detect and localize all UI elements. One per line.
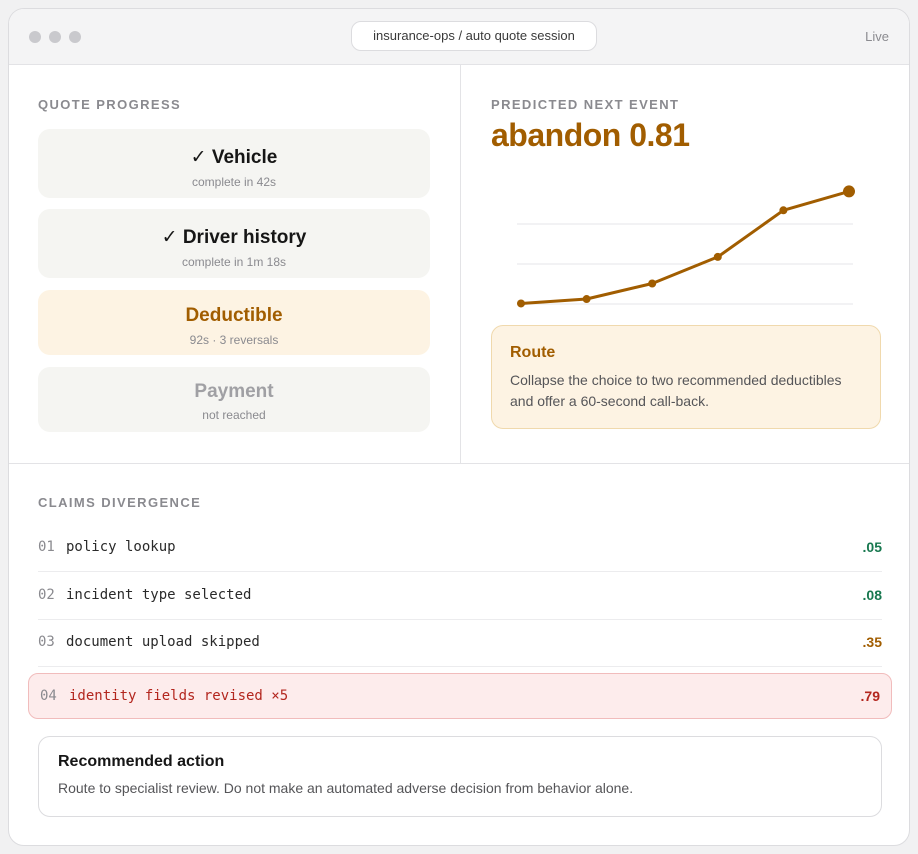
claim-row-identity-fields[interactable]: 04 identity fields revised ×5 .79 xyxy=(28,673,892,719)
step-deductible[interactable]: Deductible 92s · 3 reversals xyxy=(38,290,430,355)
chart-grid xyxy=(517,223,853,305)
title-bar: insurance-ops / auto quote session Live xyxy=(9,9,909,65)
abandon-trend-chart xyxy=(517,185,855,308)
step-subtitle: not reached xyxy=(202,408,266,422)
claim-row-document-upload[interactable]: 03 document upload skipped .35 xyxy=(38,620,882,667)
data-point xyxy=(517,299,525,308)
step-subtitle: complete in 1m 18s xyxy=(181,255,287,269)
step-title: Payment xyxy=(194,381,274,402)
claim-score: .79 xyxy=(860,688,880,704)
step-title: Deductible xyxy=(185,305,283,326)
step-vehicle[interactable]: ✓ Vehicle complete in 42s xyxy=(38,129,430,198)
quote-progress-label: QUOTE PROGRESS xyxy=(38,97,182,112)
route-card: Route Collapse the choice to two recomme… xyxy=(491,325,881,429)
data-point xyxy=(582,295,591,304)
step-payment[interactable]: Payment not reached xyxy=(38,367,430,432)
claim-score: .05 xyxy=(862,539,882,555)
address-pill[interactable]: insurance-ops / auto quote session xyxy=(351,21,597,51)
column-divider xyxy=(460,65,461,463)
route-body: Collapse the choice to two recommended d… xyxy=(510,372,842,409)
claims-divergence-label: CLAIMS DIVERGENCE xyxy=(38,495,202,510)
prediction-value: abandon 0.81 xyxy=(491,117,690,153)
recommended-action-body: Route to specialist review. Do not make … xyxy=(58,780,634,796)
claim-row-policy-lookup[interactable]: 01 policy lookup .05 xyxy=(38,525,882,572)
step-driver-history[interactable]: ✓ Driver history complete in 1m 18s xyxy=(38,209,430,278)
data-point xyxy=(779,206,788,215)
live-status: Live xyxy=(865,29,889,44)
data-point xyxy=(843,185,855,198)
step-title: ✓ Vehicle xyxy=(190,147,278,168)
section-divider xyxy=(9,463,909,464)
window-minimize-dot[interactable] xyxy=(49,31,61,43)
claim-row-incident-type[interactable]: 02 incident type selected .08 xyxy=(38,573,882,620)
app-window: insurance-ops / auto quote session Live … xyxy=(8,8,910,846)
claim-number: 02 xyxy=(38,587,55,603)
route-title: Route xyxy=(510,344,556,361)
claim-label: identity fields revised ×5 xyxy=(69,688,289,704)
claim-score: .08 xyxy=(862,587,882,603)
series-line xyxy=(519,189,851,305)
window-close-dot[interactable] xyxy=(29,31,41,43)
claim-label: document upload skipped xyxy=(66,634,260,650)
claim-number: 03 xyxy=(38,634,55,650)
data-point xyxy=(648,279,657,288)
step-title: ✓ Driver history xyxy=(161,227,307,248)
claim-label: incident type selected xyxy=(66,587,252,603)
claim-label: policy lookup xyxy=(66,539,176,555)
claim-number: 01 xyxy=(38,539,55,555)
claim-number: 04 xyxy=(40,688,57,704)
data-point xyxy=(713,252,722,261)
recommended-action-card: Recommended action Route to specialist r… xyxy=(38,736,882,817)
window-zoom-dot[interactable] xyxy=(69,31,81,43)
step-subtitle: complete in 42s xyxy=(191,175,277,189)
recommended-action-title: Recommended action xyxy=(58,753,225,770)
prediction-label: PREDICTED NEXT EVENT xyxy=(491,97,680,112)
step-subtitle: 92s · 3 reversals xyxy=(189,333,279,347)
claim-score: .35 xyxy=(862,634,882,650)
